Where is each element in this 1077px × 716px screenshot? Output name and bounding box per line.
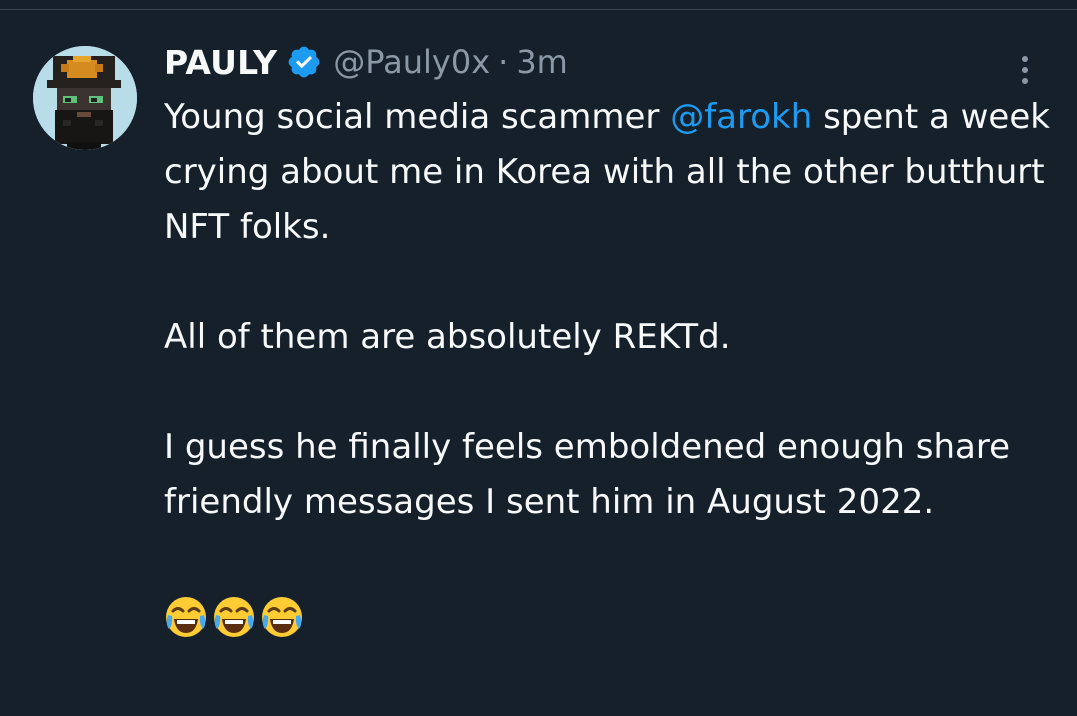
pixel-punk-avatar-icon [33,46,137,150]
face-with-tears-of-joy-icon [212,595,256,639]
timestamp[interactable]: 3m [516,43,568,81]
emoji-row [164,595,1059,639]
display-name[interactable]: PAULY [164,43,277,82]
face-with-tears-of-joy-icon [260,595,304,639]
paragraph-1: Young social media scammer @farokh spent… [164,90,1059,255]
separator: · [498,43,509,81]
tweet-card[interactable]: PAULY @Pauly0x · 3m Young social media s… [0,10,1077,716]
more-vertical-icon [1022,56,1028,62]
tweet-text: Young social media scammer @farokh spent… [164,90,1059,585]
mention-link[interactable]: @farokh [670,97,812,137]
paragraph-2: All of them are absolutely REKTd. [164,317,731,357]
paragraph-3: I guess he finally feels emboldened enou… [164,427,1011,522]
tweet-screen: PAULY @Pauly0x · 3m Young social media s… [0,0,1077,716]
avatar[interactable] [33,46,137,150]
text-before-mention: Young social media scammer [164,97,671,137]
more-vertical-icon [1022,78,1028,84]
verified-badge-icon[interactable] [286,44,322,80]
face-with-tears-of-joy-icon [164,595,208,639]
handle[interactable]: @Pauly0x [333,43,490,81]
tweet-header: PAULY @Pauly0x · 3m [164,38,1059,86]
more-options-button[interactable] [1010,48,1040,92]
tweet-content: PAULY @Pauly0x · 3m Young social media s… [164,38,1059,639]
more-vertical-icon [1022,67,1028,73]
